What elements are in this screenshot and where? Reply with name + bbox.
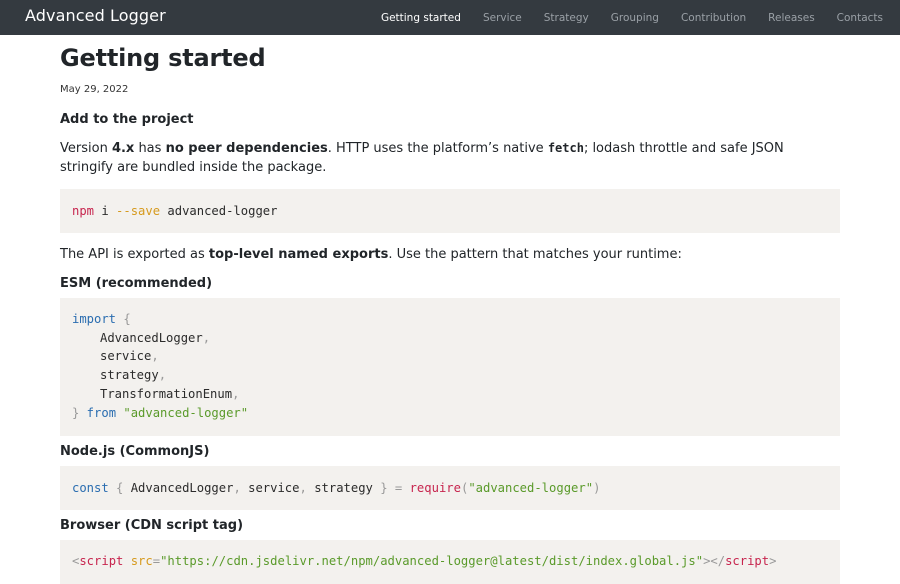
commonjs-code-block[interactable]: const { AdvancedLogger, service, strateg… (60, 466, 840, 510)
nav-contribution[interactable]: Contribution (681, 12, 746, 24)
post-date: May 29, 2022 (60, 84, 129, 95)
code-token: advanced-logger (160, 204, 278, 218)
code-token: strategy (100, 368, 159, 383)
text: Version (60, 141, 112, 156)
nav-links: Getting started Service Strategy Groupin… (359, 0, 883, 35)
text: has (134, 141, 166, 156)
code-token: { (116, 312, 131, 326)
nav-releases[interactable]: Releases (768, 12, 815, 24)
code-token: AdvancedLogger (100, 330, 203, 345)
code-line: service, (100, 349, 159, 364)
code-token: > (769, 554, 777, 568)
npm-install-code-block[interactable]: npm i --save advanced-logger (60, 189, 840, 233)
page-title: Getting started (60, 44, 266, 72)
code-line: AdvancedLogger, (100, 330, 211, 345)
browser-code-block[interactable]: <script src="https://cdn.jsdelivr.net/np… (60, 540, 840, 584)
heading-browser: Browser (CDN script tag) (60, 518, 244, 533)
heading-esm: ESM (recommended) (60, 276, 213, 291)
navbar: Advanced Logger Getting started Service … (0, 0, 900, 35)
code-line: strategy, (100, 368, 167, 383)
code-token: = (387, 481, 410, 495)
text: . HTTP uses the platform’s native (327, 141, 548, 156)
code-token: service (248, 481, 300, 495)
code-token: TransformationEnum (100, 386, 233, 401)
code-token: "advanced-logger" (468, 481, 594, 495)
code-token: src (123, 554, 153, 568)
nav-strategy[interactable]: Strategy (544, 12, 589, 24)
code-token: AdvancedLogger (130, 481, 234, 495)
code-token: i (94, 204, 117, 218)
heading-add-to-project: Add to the project (60, 112, 194, 127)
code-token: npm (72, 204, 95, 218)
code-token: import (72, 312, 117, 326)
exports-paragraph: The API is exported as top-level named e… (60, 245, 840, 264)
code-token: --save (116, 204, 161, 218)
nav-getting-started[interactable]: Getting started (381, 12, 461, 24)
main-content: Getting started May 29, 2022 Add to the … (60, 35, 840, 584)
code-token: { (108, 481, 131, 495)
heading-nodejs: Node.js (CommonJS) (60, 444, 210, 459)
named-exports-text: top-level named exports (208, 247, 389, 262)
nav-grouping[interactable]: Grouping (611, 12, 659, 24)
inline-code-fetch: fetch (547, 141, 584, 155)
text: The API is exported as (60, 247, 209, 262)
text: . Use the pattern that matches your runt… (388, 247, 682, 262)
nav-service[interactable]: Service (483, 12, 522, 24)
code-token: const (72, 481, 109, 495)
code-token: } (372, 481, 388, 495)
code-line: TransformationEnum, (100, 386, 240, 401)
code-token: ></ (703, 554, 726, 568)
brand-link[interactable]: Advanced Logger (25, 6, 166, 25)
nav-contacts[interactable]: Contacts (837, 12, 883, 24)
code-token: service (100, 349, 152, 364)
code-token: "https://cdn.jsdelivr.net/npm/advanced-l… (160, 554, 704, 568)
version-paragraph: Version 4.x has no peer dependencies. HT… (60, 139, 840, 177)
code-token: script (79, 554, 124, 568)
code-token: script (725, 554, 770, 568)
no-peer-deps-text: no peer dependencies (165, 141, 328, 156)
esm-code-block[interactable]: import { AdvancedLogger, service, strate… (60, 298, 840, 436)
code-token: strategy (314, 481, 373, 495)
code-token: require (409, 481, 461, 495)
code-token: ) (593, 481, 601, 495)
code-token: "advanced-logger" (123, 405, 249, 420)
code-token: = (152, 554, 161, 568)
version-number: 4.x (111, 141, 135, 156)
code-token: from (79, 405, 124, 420)
